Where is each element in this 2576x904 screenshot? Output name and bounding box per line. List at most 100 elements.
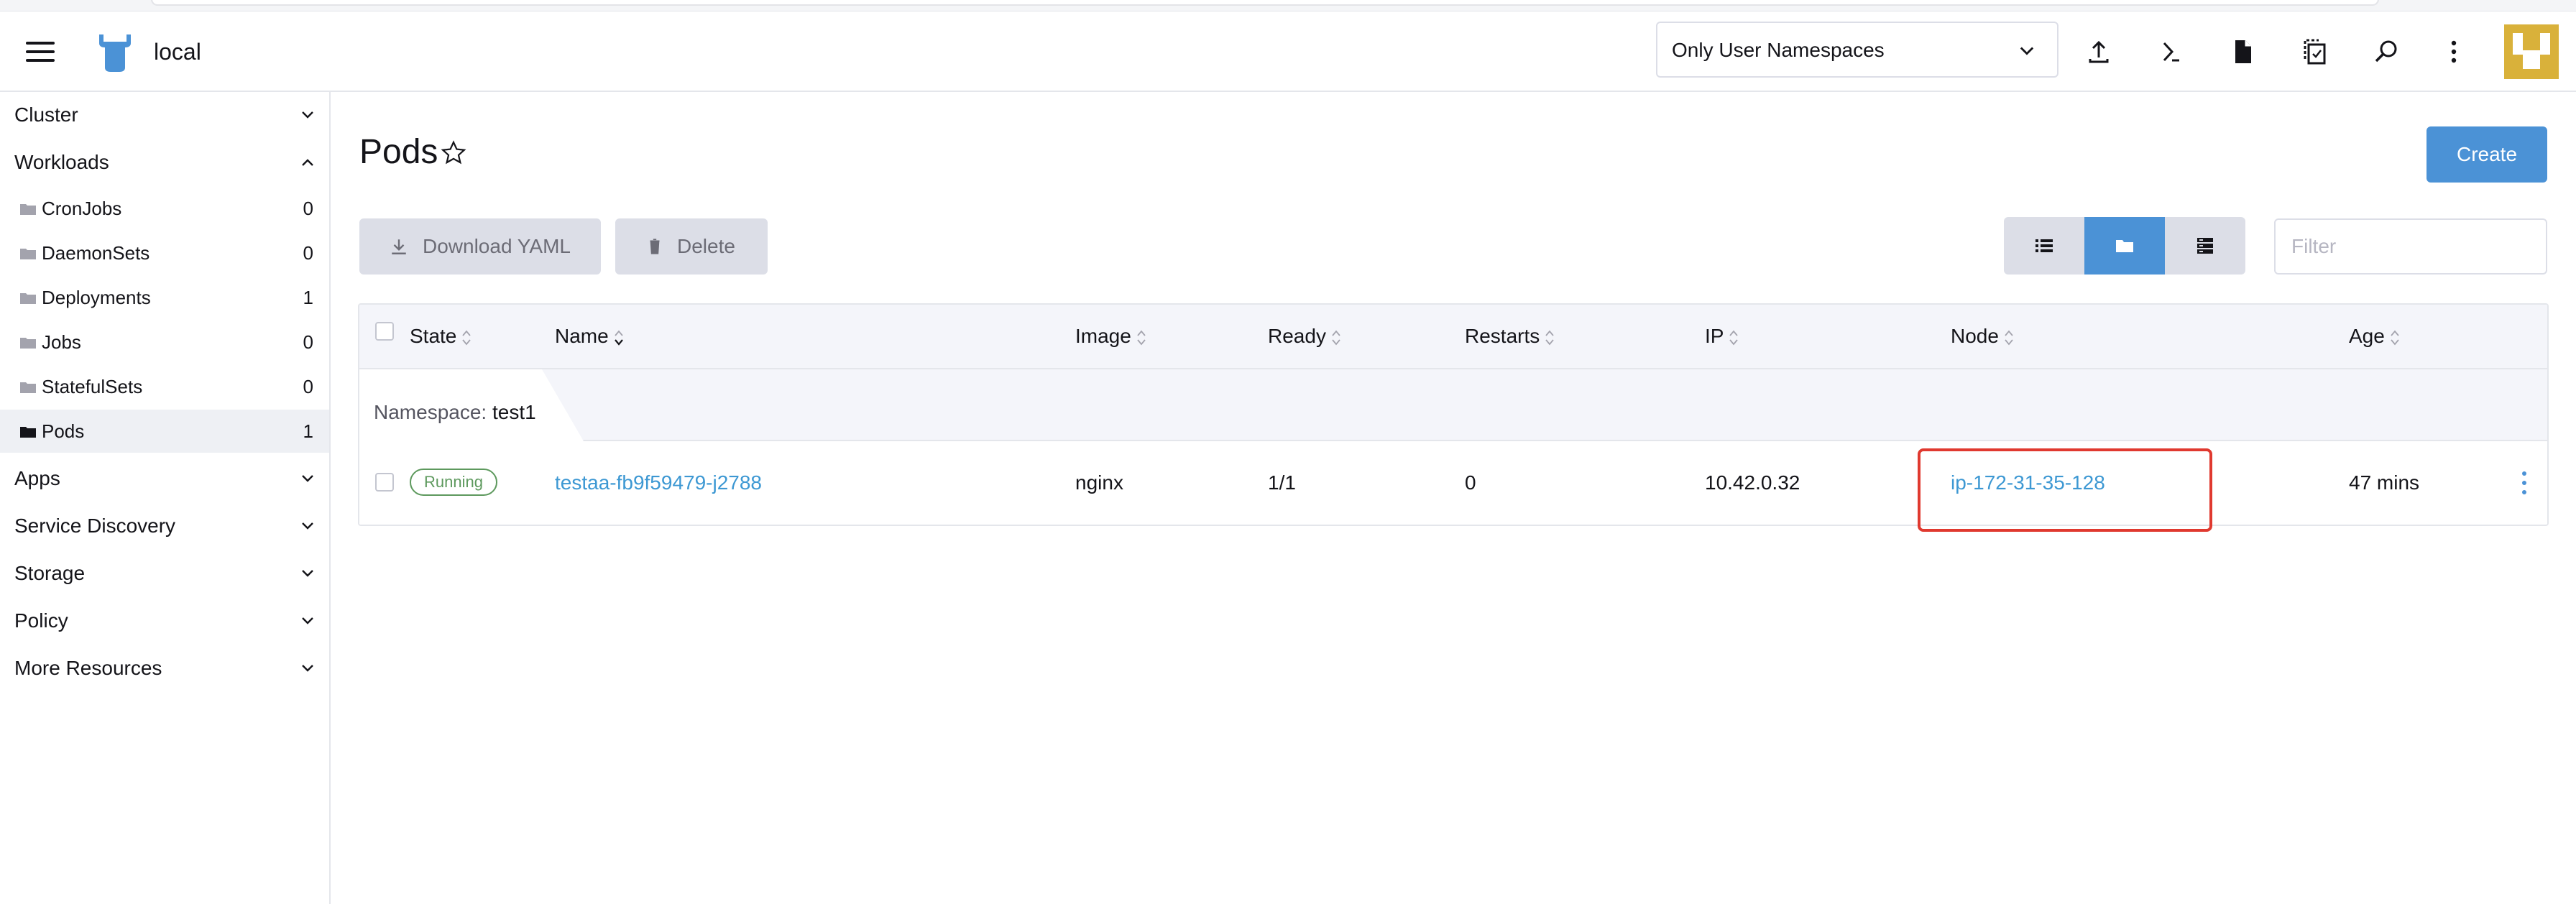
- browser-address-pill: [151, 0, 2379, 6]
- sidebar-item-count: 0: [303, 242, 313, 264]
- column-header-label: IP: [1705, 325, 1724, 347]
- column-header-ready[interactable]: Ready: [1268, 323, 1342, 349]
- folder-icon: [20, 382, 36, 393]
- cluster-name[interactable]: local: [154, 36, 201, 68]
- nav-group-more-resources[interactable]: More Resources: [0, 645, 329, 691]
- chevron-down-icon: [302, 111, 313, 119]
- hamburger-menu-icon[interactable]: [26, 39, 55, 65]
- upload-icon[interactable]: [2082, 34, 2116, 69]
- select-all-checkbox[interactable]: [375, 322, 394, 341]
- nav-group-label: Service Discovery: [14, 515, 176, 537]
- table-header: State Name Image Ready Restarts IP Node …: [359, 305, 2547, 369]
- pod-image: nginx: [1075, 471, 1123, 494]
- view-mode-switcher: [2004, 217, 2245, 275]
- column-header-label: Age: [2349, 325, 2385, 347]
- nav-group-label: Cluster: [14, 103, 78, 126]
- create-button[interactable]: Create: [2426, 126, 2547, 183]
- kubectl-shell-icon[interactable]: [2153, 34, 2188, 69]
- column-header-image[interactable]: Image: [1075, 323, 1147, 349]
- nav-group-workloads[interactable]: Workloads: [0, 139, 329, 185]
- column-header-restarts[interactable]: Restarts: [1465, 323, 1555, 349]
- more-options-icon[interactable]: [2437, 34, 2471, 69]
- column-header-name[interactable]: Name: [555, 323, 625, 349]
- sidebar-item-statefulsets[interactable]: StatefulSets 0: [0, 365, 329, 408]
- folder-icon: [20, 249, 36, 259]
- sort-icon: [1545, 330, 1554, 346]
- group-by-node-view-button[interactable]: [2165, 217, 2245, 275]
- chevron-up-icon: [302, 159, 313, 166]
- pod-ip: 10.42.0.32: [1705, 471, 1800, 494]
- sidebar-item-count: 1: [303, 420, 313, 442]
- copy-kubeconfig-icon[interactable]: [2297, 34, 2332, 69]
- search-icon[interactable]: [2369, 34, 2404, 69]
- column-header-label: Restarts: [1465, 325, 1540, 347]
- sidebar-item-label: Deployments: [42, 287, 151, 308]
- namespace-select-value: Only User Namespaces: [1672, 39, 1885, 61]
- row-select-checkbox[interactable]: [375, 473, 394, 492]
- column-header-label: Name: [555, 325, 609, 347]
- column-header-state[interactable]: State: [410, 323, 472, 349]
- sort-descending-icon: [614, 330, 623, 346]
- filter-input[interactable]: [2274, 218, 2547, 275]
- column-header-node[interactable]: Node: [1951, 323, 2015, 349]
- browser-strip: [0, 0, 2576, 11]
- user-avatar[interactable]: [2504, 24, 2559, 79]
- sort-icon: [2005, 330, 2013, 346]
- sort-icon: [462, 330, 472, 346]
- column-header-label: Node: [1951, 325, 1999, 347]
- sidebar-item-jobs[interactable]: Jobs 0: [0, 320, 329, 364]
- kubeconfig-file-icon[interactable]: [2225, 34, 2260, 69]
- download-yaml-button[interactable]: Download YAML: [359, 218, 601, 275]
- download-yaml-label: Download YAML: [423, 235, 571, 257]
- nav-group-storage[interactable]: Storage: [0, 550, 329, 596]
- page-title: Pods: [359, 133, 438, 171]
- namespace-group-row: Namespace: test1: [359, 369, 2547, 441]
- sidebar-item-pods[interactable]: Pods 1: [0, 410, 329, 453]
- chevron-down-icon: [302, 665, 313, 672]
- nav-group-cluster[interactable]: Cluster: [0, 92, 329, 138]
- pod-restarts: 0: [1465, 471, 1476, 494]
- sidebar-item-count: 1: [303, 287, 313, 308]
- pods-table: State Name Image Ready Restarts IP Node …: [358, 303, 2549, 526]
- column-header-label: Image: [1075, 325, 1131, 347]
- folder-icon: [20, 338, 36, 349]
- column-header-ip[interactable]: IP: [1705, 323, 1739, 349]
- nav-group-apps[interactable]: Apps: [0, 456, 329, 502]
- sidebar-item-label: StatefulSets: [42, 376, 143, 397]
- table-row[interactable]: Running testaa-fb9f59479-j2788 nginx 1/1…: [359, 441, 2547, 525]
- sidebar-item-daemonsets[interactable]: DaemonSets 0: [0, 231, 329, 275]
- nav-group-label: Storage: [14, 562, 86, 584]
- sidebar-item-deployments[interactable]: Deployments 1: [0, 276, 329, 319]
- status-badge: Running: [410, 469, 497, 496]
- namespace-group-key: Namespace:: [374, 401, 487, 423]
- app-header: local Only User Namespaces: [0, 11, 2576, 92]
- sort-icon: [1332, 330, 1340, 346]
- favorite-star-icon[interactable]: [440, 139, 467, 167]
- namespace-select[interactable]: Only User Namespaces: [1656, 22, 2058, 78]
- sidebar-item-label: DaemonSets: [42, 242, 150, 264]
- nav-group-label: More Resources: [14, 657, 162, 679]
- row-actions-menu-icon[interactable]: [2516, 469, 2533, 497]
- column-header-label: Ready: [1268, 325, 1326, 347]
- group-by-namespace-view-button[interactable]: [2084, 217, 2165, 275]
- trash-icon: [650, 239, 660, 254]
- sidebar-item-label: Jobs: [42, 331, 81, 353]
- chevron-down-icon: [302, 617, 313, 624]
- nav-group-label: Apps: [14, 467, 60, 489]
- side-navigation: Cluster Workloads CronJobs 0 DaemonSets …: [0, 92, 331, 904]
- column-header-label: State: [410, 325, 457, 347]
- column-header-age[interactable]: Age: [2349, 323, 2401, 349]
- nav-group-service-discovery[interactable]: Service Discovery: [0, 503, 329, 549]
- folder-icon: [20, 204, 36, 215]
- delete-button[interactable]: Delete: [615, 218, 768, 275]
- namespace-group-value: test1: [492, 401, 536, 423]
- nav-group-policy[interactable]: Policy: [0, 598, 329, 644]
- sidebar-item-count: 0: [303, 331, 313, 353]
- sidebar-item-count: 0: [303, 376, 313, 397]
- sort-icon: [1729, 330, 1739, 346]
- sidebar-item-cronjobs[interactable]: CronJobs 0: [0, 187, 329, 230]
- chevron-down-icon: [302, 522, 313, 530]
- flat-list-view-button[interactable]: [2004, 217, 2084, 275]
- sidebar-item-label: Pods: [42, 420, 85, 442]
- pod-name-link[interactable]: testaa-fb9f59479-j2788: [555, 470, 762, 496]
